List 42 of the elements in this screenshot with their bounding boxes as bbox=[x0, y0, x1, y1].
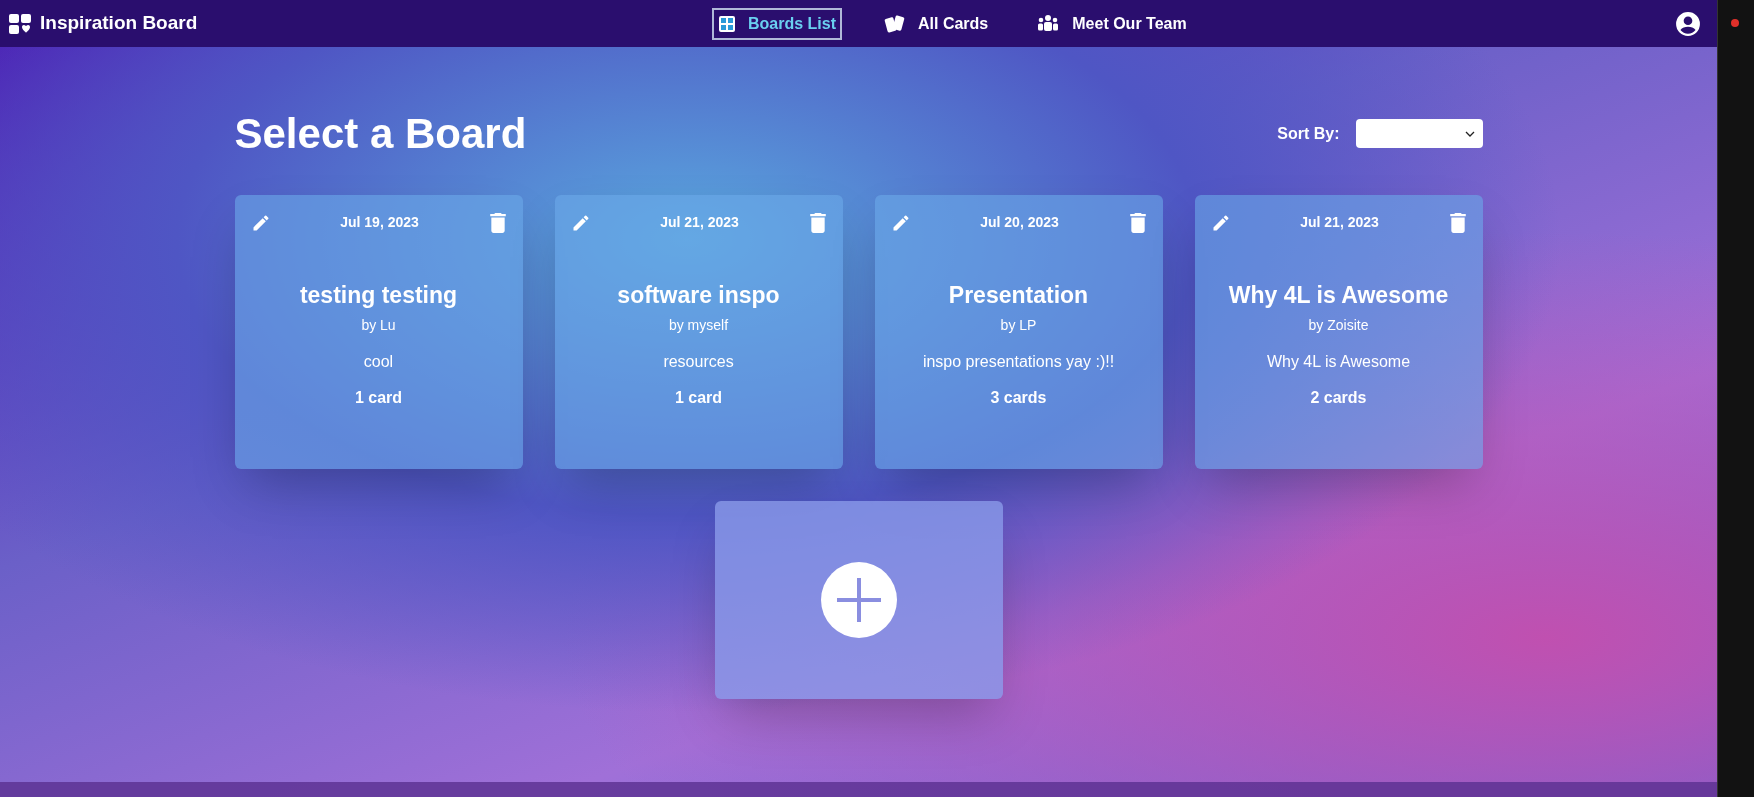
sort-label: Sort By: bbox=[1277, 123, 1340, 144]
trash-icon[interactable] bbox=[1128, 212, 1147, 233]
board-card[interactable]: Jul 21, 2023 Why 4L is Awesome by Zoisite Why 4L is Awesome 2 cards bbox=[1194, 195, 1483, 469]
cards-icon bbox=[884, 13, 906, 34]
page-heading: Select a Board bbox=[234, 109, 527, 159]
board-date: Jul 20, 2023 bbox=[980, 213, 1059, 232]
board-description: cool bbox=[363, 351, 394, 372]
board-title: software inspo bbox=[617, 281, 780, 310]
card-count: 1 card bbox=[674, 387, 723, 408]
account-icon[interactable] bbox=[1675, 10, 1701, 37]
board-title: testing testing bbox=[299, 281, 458, 310]
board-owner: by Lu bbox=[361, 315, 396, 335]
team-icon bbox=[1036, 13, 1061, 34]
board-date: Jul 21, 2023 bbox=[1300, 213, 1379, 232]
board-owner: by myself bbox=[668, 315, 729, 335]
board-title: Presentation bbox=[948, 281, 1089, 310]
board-owner: by LP bbox=[1000, 315, 1037, 335]
board-description: Why 4L is Awesome bbox=[1266, 351, 1411, 372]
grid-icon bbox=[718, 14, 736, 33]
nav-link[interactable]: Boards List bbox=[712, 7, 842, 40]
trash-icon[interactable] bbox=[1448, 212, 1467, 233]
board-owner: by Zoisite bbox=[1308, 315, 1369, 335]
board-card[interactable]: Jul 20, 2023 Presentation by LP inspo presentations yay :)!! 3 cards bbox=[874, 195, 1163, 469]
logo-icon bbox=[8, 11, 32, 36]
trash-icon[interactable] bbox=[808, 212, 827, 233]
nav-link[interactable]: Meet Our Team bbox=[1030, 7, 1193, 40]
app-title: Inspiration Board bbox=[40, 11, 198, 36]
board-description: resources bbox=[663, 351, 734, 372]
chevron-icon bbox=[1464, 130, 1475, 137]
trash-icon[interactable] bbox=[488, 212, 507, 233]
add-board-card[interactable] bbox=[714, 501, 1003, 699]
board-title: Why 4L is Awesome bbox=[1228, 281, 1449, 310]
nav-link[interactable]: All Cards bbox=[878, 7, 995, 40]
card-count: 1 card bbox=[354, 387, 403, 408]
card-count: 3 cards bbox=[990, 387, 1047, 408]
board-card[interactable]: Jul 21, 2023 software inspo by myself resources 1 card bbox=[554, 195, 843, 469]
plus-icon bbox=[820, 562, 897, 638]
board-date: Jul 19, 2023 bbox=[340, 213, 419, 232]
board-card[interactable]: Jul 19, 2023 testing testing by Lu cool 1 card bbox=[234, 195, 523, 469]
board-date: Jul 21, 2023 bbox=[660, 213, 739, 232]
board-description: inspo presentations yay :)!! bbox=[922, 351, 1115, 372]
card-count: 2 cards bbox=[1310, 387, 1367, 408]
